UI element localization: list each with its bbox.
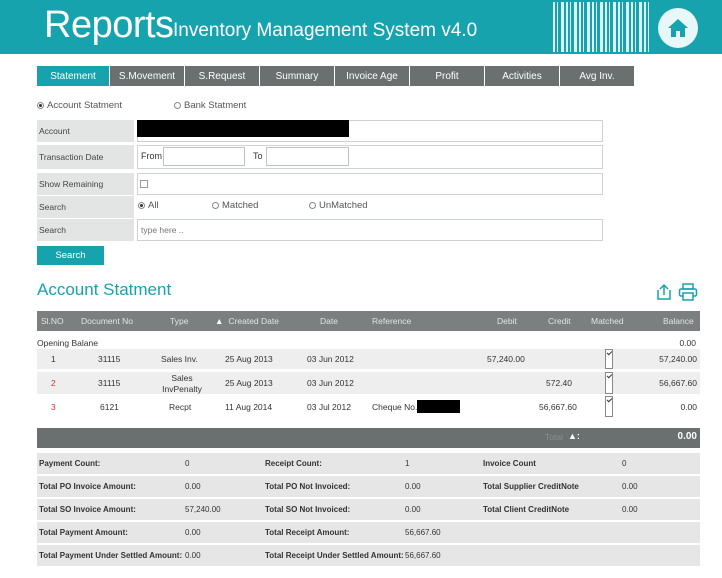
radio-icon (309, 202, 316, 209)
col-type[interactable]: Type (170, 311, 188, 331)
col-balance[interactable]: Balance (663, 311, 694, 331)
account-row: Account (37, 120, 603, 142)
radio-selected-icon (138, 202, 145, 209)
radio-account-statment[interactable]: Account Statment (37, 100, 122, 111)
summary-row-amounts: Total Payment Amount: 0.00 Total Receipt… (37, 522, 700, 543)
col-credit[interactable]: Credit (548, 311, 571, 331)
search-input[interactable] (137, 219, 603, 241)
search-filter-label: Search (37, 196, 134, 218)
checkmark-icon (605, 349, 613, 369)
col-document-no[interactable]: Document No (81, 311, 133, 331)
tab-avg-inv[interactable]: Avg Inv. (560, 66, 634, 86)
col-reference[interactable]: Reference (372, 311, 411, 331)
tab-profit[interactable]: Profit (410, 66, 484, 86)
opening-balance-row: Opening Balane 0.00 (37, 336, 700, 350)
to-date-input[interactable] (266, 147, 349, 166)
export-button[interactable] (655, 283, 673, 303)
radio-filter-all[interactable]: All (138, 200, 159, 211)
transaction-date-label: Transaction Date (37, 145, 134, 169)
summary-row-so: Total SO Invoice Amount: 57,240.00 Total… (37, 499, 700, 520)
summary-row-counts: Payment Count: 0 Receipt Count: 1 Invoic… (37, 453, 700, 474)
radio-bank-statment[interactable]: Bank Statment (174, 100, 246, 111)
app-header: Reports Inventory Management System v4.0 (0, 0, 722, 54)
section-title: Account Statment (37, 280, 172, 299)
radio-filter-unmatched[interactable]: UnMatched (309, 200, 368, 211)
sort-asc-icon: ▲ (215, 316, 224, 326)
show-remaining-row: Show Remaining (37, 173, 603, 195)
checkmark-icon (605, 372, 613, 394)
radio-icon (174, 102, 181, 109)
tab-statement[interactable]: Statement (37, 66, 109, 86)
col-created-date[interactable]: ▲ Created Date (215, 311, 279, 331)
show-remaining-label: Show Remaining (37, 173, 134, 195)
statement-table-header: Sl.NO Document No Type ▲ Created Date Da… (37, 311, 700, 331)
radio-icon (212, 202, 219, 209)
table-row[interactable]: 3 6121 Recpt 11 Aug 2014 03 Jul 2012 Che… (37, 396, 700, 417)
from-label: From (141, 151, 162, 161)
col-matched[interactable]: Matched (591, 311, 624, 331)
from-date-input[interactable] (163, 147, 245, 166)
tab-activities[interactable]: Activities (485, 66, 559, 86)
col-date[interactable]: Date (320, 311, 338, 331)
radio-selected-icon (37, 102, 44, 109)
tab-s-request[interactable]: S.Request (185, 66, 259, 86)
opening-balance-value: 0.00 (679, 338, 696, 348)
radio-filter-matched[interactable]: Matched (212, 200, 258, 211)
total-label: Total (545, 432, 563, 442)
to-label: To (253, 151, 263, 161)
redacted-cheque-no (417, 396, 460, 417)
transaction-date-row: Transaction Date From To (37, 145, 603, 169)
home-button[interactable] (658, 8, 698, 48)
page-title: Reports (44, 4, 174, 46)
print-icon (678, 283, 698, 301)
tab-s-movement[interactable]: S.Movement (110, 66, 184, 86)
show-remaining-box (137, 173, 603, 195)
redacted-account (137, 120, 349, 137)
home-icon (668, 19, 688, 37)
app-subtitle: Inventory Management System v4.0 (173, 20, 478, 41)
match-filter-row: Search All Matched UnMatched (37, 196, 603, 218)
summary-row-po: Total PO Invoice Amount: 0.00 Total PO N… (37, 476, 700, 497)
search-button[interactable]: Search (37, 246, 104, 265)
export-icon (657, 283, 671, 300)
show-remaining-checkbox[interactable] (140, 180, 148, 188)
tab-invoice-age[interactable]: Invoice Age (335, 66, 409, 86)
table-row[interactable]: 2 31115 Sales InvPenalty 25 Aug 2013 03 … (37, 372, 700, 394)
print-button[interactable] (678, 283, 698, 303)
table-row[interactable]: 1 31115 Sales Inv. 25 Aug 2013 03 Jun 20… (37, 349, 700, 369)
sort-icon: ▲: (568, 431, 580, 441)
search-text-label: Search (37, 219, 134, 241)
account-label: Account (37, 120, 134, 142)
total-bar: Total ▲: 0.00 (37, 428, 700, 448)
opening-balance-label: Opening Balane (37, 338, 98, 348)
tab-summary[interactable]: Summary (260, 66, 334, 86)
search-text-row: Search (37, 219, 603, 241)
col-slno[interactable]: Sl.NO (41, 311, 64, 331)
barcode-decoration (553, 2, 651, 52)
summary-row-unsettled: Total Payment Under Settled Amount: 0.00… (37, 545, 700, 566)
col-debit[interactable]: Debit (497, 311, 517, 331)
report-tabs: Statement S.Movement S.Request Summary I… (37, 66, 635, 86)
total-value: 0.00 (677, 431, 697, 442)
checkmark-icon (605, 396, 613, 417)
